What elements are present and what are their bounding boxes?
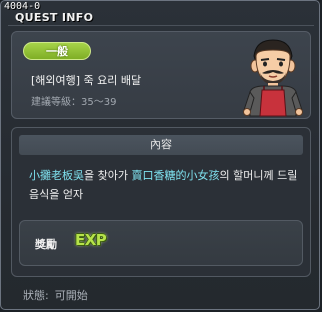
status-value: 可開始 [54, 289, 88, 302]
quest-details-panel: 內容 小攤老板吳을 찾아가 賣口香糖的小女孩의 할머니께 드릴 음식을 얻자 獎… [11, 127, 311, 277]
quest-level-requirement: 建議等級：35～39 [31, 97, 117, 108]
description-text: 을 찾아가 [84, 169, 132, 182]
reward-box: 獎勵 EXP [19, 220, 303, 266]
quest-info-window: 4004-0 QUEST INFO 一般 [해외여행] 죽 요리 배달 建議等級… [0, 0, 320, 310]
details-section-header: 內容 [19, 135, 303, 155]
quest-category-badge: 一般 [23, 42, 91, 60]
reward-label: 獎勵 [35, 238, 57, 251]
npc-portrait-icon [243, 39, 303, 117]
quest-description: 小攤老板吳을 찾아가 賣口香糖的小女孩의 할머니께 드릴 음식을 얻자 [29, 166, 299, 204]
title-divider [8, 25, 314, 26]
window-title: QUEST INFO [15, 11, 94, 24]
exp-icon: EXP [75, 231, 107, 249]
quest-summary-panel: 一般 [해외여행] 죽 요리 배달 建議等級：35～39 [11, 31, 311, 119]
npc-name-link[interactable]: 小攤老板吳 [29, 169, 84, 182]
status-label: 狀態: [23, 289, 49, 302]
quest-name: [해외여행] 죽 요리 배달 [31, 74, 142, 87]
npc-name-link[interactable]: 賣口香糖的小女孩 [131, 169, 219, 182]
quest-status: 狀態: 可開始 [23, 287, 94, 303]
